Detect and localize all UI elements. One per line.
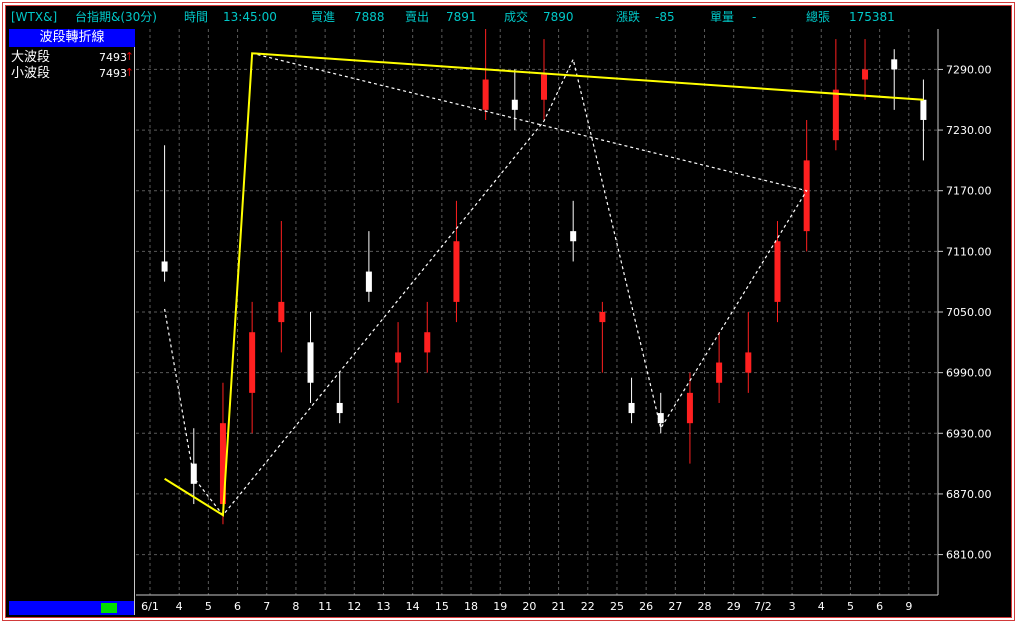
candle-body <box>161 261 168 272</box>
window-frame: [WTX&] 台指期&(30分) 時間 13:45:00 買進 7888 賣出 … <box>0 0 1019 625</box>
x-tick-label: 3 <box>789 600 796 613</box>
y-tick-label: 6870.00 <box>946 488 992 501</box>
change-label: 漲跌 <box>616 10 641 24</box>
scroll-thumb[interactable] <box>101 603 117 613</box>
candle-body <box>365 271 372 292</box>
x-tick-label: 5 <box>205 600 212 613</box>
candle-body <box>570 231 577 242</box>
y-tick-label: 7230.00 <box>946 124 992 137</box>
candle-body <box>307 342 314 383</box>
last-label: 成交 <box>504 10 529 24</box>
y-tick-label: 6810.00 <box>946 549 992 562</box>
change-value: -85 <box>655 10 675 24</box>
price-chart[interactable]: 7290.00 7230.00 7170.00 7110.00 7050.00 6990.… <box>136 29 1009 615</box>
x-tick-label: 27 <box>668 600 682 613</box>
time-value: 13:45:00 <box>223 10 277 24</box>
y-tick-label: 6930.00 <box>946 427 992 440</box>
indicator-value: 7493 <box>99 67 127 80</box>
x-tick-label: 14 <box>406 600 420 613</box>
indicator-label: 小波段 <box>11 66 51 81</box>
x-tick-label: 6/1 <box>141 600 159 613</box>
candle-body <box>278 301 285 323</box>
x-tick-label: 8 <box>292 600 299 613</box>
y-tick-label: 7170.00 <box>946 185 992 198</box>
x-tick-label: 29 <box>727 600 741 613</box>
candle-body <box>482 79 489 110</box>
candle-body <box>803 160 810 232</box>
x-tick-label: 9 <box>905 600 912 613</box>
candle-body <box>716 362 723 383</box>
y-tick-label: 6990.00 <box>946 367 992 380</box>
x-tick-label: 11 <box>318 600 332 613</box>
candle-body <box>920 99 927 120</box>
indicator-label: 大波段 <box>11 50 51 65</box>
x-tick-label: 20 <box>522 600 536 613</box>
x-tick-label: 26 <box>639 600 653 613</box>
total-label: 總張 <box>806 10 831 24</box>
candle-body <box>832 89 839 141</box>
symbol-label: [WTX&] <box>11 10 58 24</box>
candle-body <box>249 332 256 393</box>
y-tick-label: 7110.00 <box>946 245 992 258</box>
indicator-title[interactable]: 波段轉折線 <box>9 29 135 47</box>
x-tick-label: 4 <box>818 600 825 613</box>
up-arrow-icon: ↑ <box>124 66 134 79</box>
last-value: 7890 <box>543 10 574 24</box>
candle-body <box>424 332 431 353</box>
candle-body <box>395 352 402 363</box>
x-tick-label: 5 <box>847 600 854 613</box>
volume-value: - <box>752 10 757 24</box>
candle-body <box>541 74 547 100</box>
quote-header: [WTX&] 台指期&(30分) 時間 13:45:00 買進 7888 賣出 … <box>9 8 1008 26</box>
x-tick-label: 28 <box>698 600 712 613</box>
candle-body <box>774 241 781 302</box>
candle-body <box>511 99 518 110</box>
volume-label: 單量 <box>710 10 735 24</box>
y-tick-label: 7050.00 <box>946 306 992 319</box>
x-tick-label: 4 <box>176 600 183 613</box>
bid-value: 7888 <box>354 10 385 24</box>
x-tick-label: 6 <box>234 600 241 613</box>
up-arrow-icon: ↑ <box>124 50 134 63</box>
ask-value: 7891 <box>446 10 477 24</box>
indicator-panel: 波段轉折線 大波段 7493 ↑ 小波段 7493 ↑ <box>9 29 135 615</box>
candle-body <box>628 402 635 414</box>
candle-body <box>891 59 898 70</box>
x-tick-label: 21 <box>552 600 566 613</box>
x-tick-label: 19 <box>493 600 507 613</box>
x-tick-label: 15 <box>435 600 449 613</box>
candle-body <box>336 402 343 414</box>
candle-body <box>686 392 693 424</box>
x-tick-label: 7 <box>263 600 270 613</box>
ask-label: 賣出 <box>405 10 430 24</box>
candle-body <box>745 352 752 373</box>
indicator-row-minor[interactable]: 小波段 7493 ↑ <box>11 66 135 82</box>
candle-body <box>453 241 460 302</box>
bid-label: 買進 <box>311 10 336 24</box>
y-tick-label: 7290.00 <box>946 63 992 76</box>
candle-body <box>862 69 869 80</box>
scroll-bar[interactable] <box>9 601 134 615</box>
x-tick-label: 22 <box>581 600 595 613</box>
x-tick-label: 25 <box>610 600 624 613</box>
x-tick-label: 7/2 <box>754 600 772 613</box>
x-tick-label: 18 <box>464 600 478 613</box>
x-tick-label: 13 <box>376 600 390 613</box>
x-tick-label: 12 <box>347 600 361 613</box>
instrument-label: 台指期&(30分) <box>75 10 157 24</box>
indicator-value: 7493 <box>99 51 127 64</box>
x-tick-label: 6 <box>876 600 883 613</box>
candle-body <box>599 312 606 323</box>
total-value: 175381 <box>849 10 895 24</box>
time-label: 時間 <box>184 10 209 24</box>
indicator-row-major[interactable]: 大波段 7493 ↑ <box>11 50 135 66</box>
